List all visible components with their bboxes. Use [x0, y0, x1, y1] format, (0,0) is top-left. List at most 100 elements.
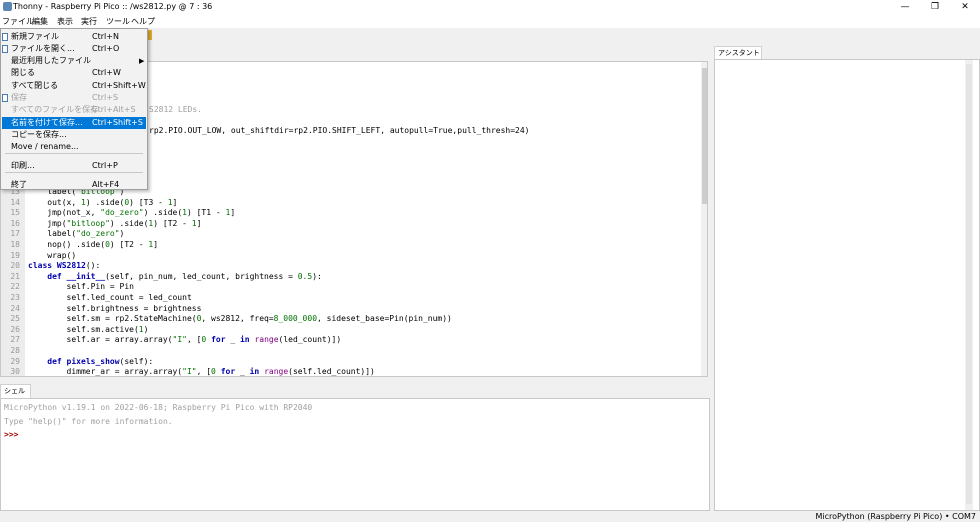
menu-item-1[interactable]: ファイルを開く... Ctrl+O [2, 43, 146, 55]
menu-item-shortcut: Alt+F4 [92, 180, 120, 189]
line-number: 29 [10, 356, 20, 366]
menu-item-label: コピーを保存... [11, 130, 67, 139]
code-line: def pixels_show(self): [47, 356, 154, 366]
menu-item-shortcut: Ctrl+O [92, 44, 120, 53]
menu-run[interactable]: 実行 [81, 16, 97, 27]
open-file-icon [2, 45, 8, 53]
menu-tools[interactable]: ツール [106, 16, 130, 27]
menu-item-4[interactable]: すべて閉じる Ctrl+Shift+W [2, 80, 146, 92]
line-number: 22 [10, 282, 20, 292]
menu-file[interactable]: ファイル [2, 16, 34, 27]
menu-item-3[interactable]: 閉じる Ctrl+W [2, 67, 146, 79]
line-number: 14 [10, 197, 20, 207]
tab-shell[interactable]: シェル × [0, 384, 31, 408]
code-line: self.sm = rp2.StateMachine(0, ws2812, fr… [28, 314, 452, 324]
line-number: 17 [10, 229, 20, 239]
code-line: nop() .side(0) [T2 - 1] [28, 240, 159, 249]
menu-item-label: 保存 [11, 93, 27, 102]
menu-item-shortcut: Ctrl+W [92, 68, 121, 77]
line-number: 19 [10, 250, 20, 260]
menu-item-7[interactable]: 名前を付けて保存... Ctrl+Shift+S [2, 117, 146, 129]
line-number: 27 [10, 335, 20, 345]
code-line-partial: S2812 LEDs. [149, 105, 202, 114]
menu-item-11[interactable]: 終了 Alt+F4 [2, 179, 146, 191]
tab-assistant[interactable]: アシスタント × [714, 46, 762, 69]
window-title: Thonny - Raspberry Pi Pico :: /ws2812.py… [13, 2, 213, 11]
tab-shell-label: シェル [4, 387, 25, 395]
title-bar: Thonny - Raspberry Pi Pico :: /ws2812.py… [0, 0, 980, 15]
save-icon [2, 94, 8, 102]
menu-item-label: Move / rename... [11, 142, 79, 151]
menu-item-8[interactable]: コピーを保存... [2, 129, 146, 141]
code-line: class WS2812(): [28, 261, 101, 271]
menu-item-2[interactable]: 最近利用したファイル ▶ [2, 55, 146, 67]
menu-item-5[interactable]: 保存 Ctrl+S [2, 92, 146, 104]
menu-item-6[interactable]: すべてのファイルを保存 Ctrl+Alt+S [2, 104, 146, 116]
line-number: 26 [10, 324, 20, 334]
code-line: self.led_count = led_count [28, 293, 192, 302]
interpreter-status[interactable]: MicroPython (Raspberry Pi Pico) • COM7 [815, 512, 976, 521]
code-line: self.ar = array.array("I", [0 for _ in r… [28, 335, 342, 345]
menu-item-label: 新規ファイル [11, 32, 59, 41]
code-line: out(x, 1) .side(0) [T3 - 1] [28, 197, 178, 207]
line-number: 23 [10, 293, 20, 302]
tab-assistant-label: アシスタント [718, 49, 760, 57]
code-line-partial: rp2.PIO.OUT_LOW, out_shiftdir=rp2.PIO.SH… [149, 126, 530, 135]
menu-item-label: 最近利用したファイル [11, 56, 91, 65]
code-line: def __init__(self, pin_num, led_count, b… [47, 271, 322, 281]
menu-separator [5, 172, 143, 173]
close-icon[interactable]: ✕ [950, 1, 980, 13]
line-number: 21 [10, 271, 20, 281]
code-line: dimmer_ar = array.array("I", [0 for _ in… [28, 367, 375, 377]
menu-edit[interactable]: 編集 [32, 16, 48, 27]
new-file-icon [2, 33, 8, 41]
code-line: self.sm.active(1) [28, 324, 149, 334]
shell-prompt[interactable]: >>> [4, 430, 18, 439]
line-number: 15 [10, 208, 20, 218]
menu-item-shortcut: Ctrl+Shift+S [92, 118, 143, 127]
thonny-logo-icon [3, 2, 12, 11]
line-number: 30 [10, 367, 20, 377]
code-line: wrap() [28, 250, 77, 260]
code-line: label("do_zero") [28, 229, 125, 239]
menu-item-shortcut: Ctrl+P [92, 161, 118, 170]
menu-bar: ファイル 編集 表示 実行 ツール ヘルプ [0, 15, 980, 28]
line-number: 25 [10, 314, 20, 324]
line-number: 24 [10, 303, 20, 313]
menu-item-label: 名前を付けて保存... [11, 118, 83, 127]
menu-item-shortcut: Ctrl+S [92, 93, 119, 102]
code-line: jmp(not_x, "do_zero") .side(1) [T1 - 1] [28, 208, 236, 218]
line-number: 28 [10, 346, 20, 355]
assistant-scrollbar-thumb[interactable] [966, 64, 972, 504]
status-bar: MicroPython (Raspberry Pi Pico) • COM7 [0, 511, 980, 522]
menu-item-10[interactable]: 印刷... Ctrl+P [2, 160, 146, 172]
minimize-icon[interactable]: — [890, 1, 920, 13]
menu-item-shortcut: Ctrl+Alt+S [92, 105, 136, 114]
submenu-arrow-icon: ▶ [139, 57, 145, 65]
line-number: 20 [10, 261, 20, 271]
code-line: self.brightness = brightness [28, 303, 202, 313]
menu-separator [5, 153, 143, 154]
shell-panel[interactable]: MicroPython v1.19.1 on 2022-06-18; Raspb… [0, 398, 710, 511]
file-menu-dropdown: 新規ファイル Ctrl+N ファイルを開く... Ctrl+O 最近利用したファイル ▶ 閉… [0, 28, 148, 190]
editor-scrollbar-thumb[interactable] [702, 68, 707, 204]
menu-item-0[interactable]: 新規ファイル Ctrl+N [2, 31, 146, 43]
menu-item-label: 終了 [11, 180, 27, 189]
menu-item-label: ファイルを開く... [11, 44, 75, 53]
menu-item-label: 閉じる [11, 68, 35, 77]
maximize-icon[interactable]: ❐ [920, 1, 950, 13]
line-number: 18 [10, 240, 20, 249]
menu-help[interactable]: ヘルプ [131, 16, 155, 27]
line-number: 16 [10, 218, 20, 228]
menu-item-shortcut: Ctrl+Shift+W [92, 81, 146, 90]
menu-item-label: すべてのファイルを保存 [11, 105, 99, 114]
menu-item-label: すべて閉じる [11, 81, 59, 90]
menu-item-shortcut: Ctrl+N [92, 32, 119, 41]
menu-view[interactable]: 表示 [57, 16, 73, 27]
code-line: jmp("bitloop") .side(1) [T2 - 1] [28, 218, 202, 228]
assistant-panel [714, 59, 980, 511]
shell-help-hint: Type "help()" for more information. [4, 417, 173, 426]
menu-item-label: 印刷... [11, 161, 35, 170]
menu-item-9[interactable]: Move / rename... [2, 141, 146, 153]
code-line: self.Pin = Pin [28, 282, 134, 292]
